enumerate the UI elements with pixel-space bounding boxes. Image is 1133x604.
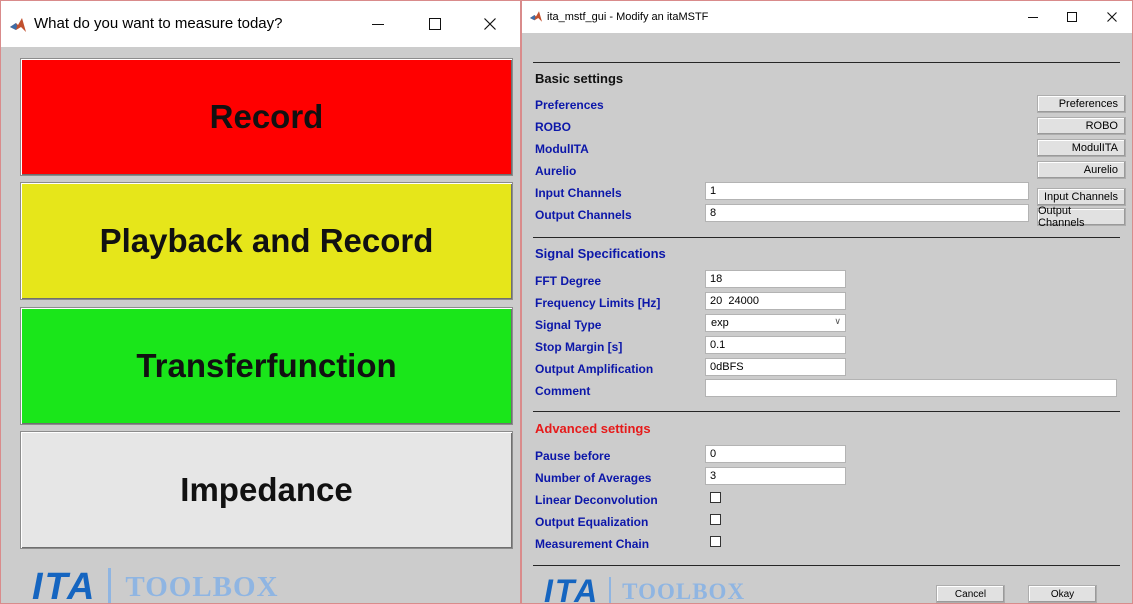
logo-divider	[609, 577, 612, 603]
chevron-down-icon: ∨	[834, 316, 841, 326]
logo-toolbox-text: TOOLBOX	[125, 570, 279, 603]
modulita-label: ModulITA	[535, 142, 589, 156]
signal-specifications-heading: Signal Specifications	[535, 246, 666, 261]
launcher-window: What do you want to measure today? Recor…	[0, 0, 521, 604]
aurelio-button[interactable]: Aurelio	[1037, 161, 1126, 179]
signal-type-label: Signal Type	[535, 318, 602, 332]
record-button[interactable]: Record	[20, 58, 513, 176]
aurelio-label: Aurelio	[535, 164, 577, 178]
output-equalization-label: Output Equalization	[535, 515, 649, 529]
section-divider	[533, 565, 1120, 566]
minimize-icon[interactable]	[355, 1, 401, 47]
comment-label: Comment	[535, 384, 591, 398]
launcher-title: What do you want to measure today?	[34, 15, 283, 32]
fft-degree-label: FFT Degree	[535, 274, 602, 288]
cancel-button[interactable]: Cancel	[936, 585, 1005, 603]
robo-button[interactable]: ROBO	[1037, 117, 1126, 135]
preferences-label: Preferences	[535, 98, 604, 112]
matlab-icon	[530, 11, 542, 22]
input-channels-label: Input Channels	[535, 186, 622, 200]
transferfunction-button[interactable]: Transferfunction	[20, 307, 513, 425]
close-icon[interactable]	[467, 1, 513, 47]
matlab-icon	[10, 18, 26, 32]
comment-field[interactable]	[705, 379, 1117, 397]
preferences-button[interactable]: Preferences	[1037, 95, 1126, 113]
impedance-button[interactable]: Impedance	[20, 431, 513, 549]
minimize-icon[interactable]	[1014, 1, 1052, 33]
output-amplification-label: Output Amplification	[535, 362, 654, 376]
playback-and-record-button[interactable]: Playback and Record	[20, 182, 513, 300]
ita-toolbox-logo: ITA TOOLBOX	[544, 573, 746, 604]
linear-deconvolution-label: Linear Deconvolution	[535, 493, 658, 507]
output-channels-field[interactable]	[705, 204, 1029, 222]
linear-deconvolution-checkbox[interactable]	[710, 492, 721, 503]
signal-type-select[interactable]: exp ∨	[705, 314, 846, 332]
frequency-limits-label: Frequency Limits [Hz]	[535, 296, 661, 310]
pause-before-field[interactable]	[705, 445, 846, 463]
okay-button[interactable]: Okay	[1028, 585, 1097, 603]
fft-degree-field[interactable]	[705, 270, 846, 288]
output-channels-label: Output Channels	[535, 208, 632, 222]
measurement-chain-checkbox[interactable]	[710, 536, 721, 547]
logo-ita-text: ITA	[544, 573, 600, 604]
output-equalization-checkbox[interactable]	[710, 514, 721, 525]
basic-settings-heading: Basic settings	[535, 71, 624, 86]
advanced-settings-heading: Advanced settings	[535, 421, 651, 436]
section-divider	[533, 411, 1120, 412]
section-divider	[533, 237, 1120, 238]
signal-type-value: exp	[711, 317, 729, 329]
mstf-titlebar: ita_mstf_gui - Modify an itaMSTF	[522, 1, 1132, 33]
close-icon[interactable]	[1093, 1, 1131, 33]
ita-toolbox-logo: ITA TOOLBOX	[32, 566, 279, 604]
modulita-button[interactable]: ModulITA	[1037, 139, 1126, 157]
output-channels-button[interactable]: Output Channels	[1037, 205, 1126, 229]
logo-ita-text: ITA	[32, 566, 97, 604]
number-of-averages-label: Number of Averages	[535, 471, 652, 485]
mstf-title: ita_mstf_gui - Modify an itaMSTF	[547, 11, 709, 23]
logo-divider	[108, 568, 112, 603]
logo-toolbox-text: TOOLBOX	[622, 578, 746, 604]
mstf-window: ita_mstf_gui - Modify an itaMSTF Basic s…	[521, 0, 1133, 604]
robo-label: ROBO	[535, 120, 571, 134]
input-channels-button[interactable]: Input Channels	[1037, 188, 1126, 206]
section-divider	[533, 62, 1120, 63]
maximize-icon[interactable]	[412, 1, 458, 47]
input-channels-field[interactable]	[705, 182, 1029, 200]
number-of-averages-field[interactable]	[705, 467, 846, 485]
stop-margin-field[interactable]	[705, 336, 846, 354]
maximize-icon[interactable]	[1053, 1, 1091, 33]
stop-margin-label: Stop Margin [s]	[535, 340, 623, 354]
launcher-titlebar: What do you want to measure today?	[1, 1, 520, 47]
output-amplification-field[interactable]	[705, 358, 846, 376]
measurement-chain-label: Measurement Chain	[535, 537, 650, 551]
pause-before-label: Pause before	[535, 449, 611, 463]
frequency-limits-field[interactable]	[705, 292, 846, 310]
